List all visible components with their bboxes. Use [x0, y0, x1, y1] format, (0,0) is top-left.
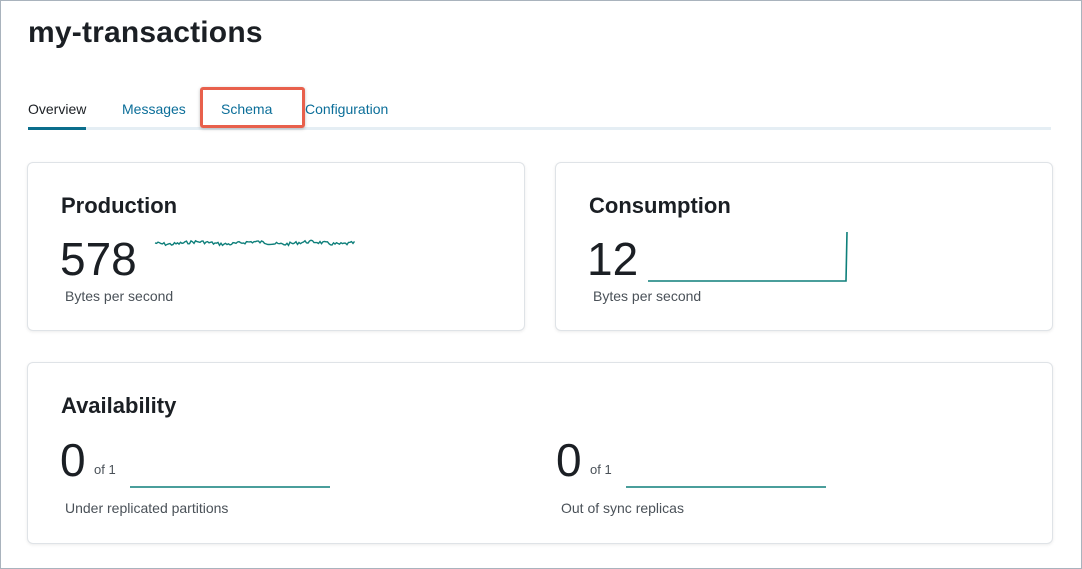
page-title: my-transactions	[28, 16, 263, 49]
under-replicated-label: Under replicated partitions	[65, 500, 229, 516]
production-value: 578	[60, 233, 137, 285]
tab-schema[interactable]: Schema	[221, 91, 272, 130]
consumption-unit-label: Bytes per second	[593, 288, 702, 304]
consumption-title: Consumption	[589, 193, 731, 218]
production-card: Production 578 Bytes per second	[27, 162, 525, 331]
out-of-sync-of: of 1	[590, 462, 612, 477]
production-sparkline-line	[154, 239, 356, 247]
under-replicated-sparkline	[130, 486, 330, 488]
availability-title: Availability	[61, 393, 177, 418]
out-of-sync-label: Out of sync replicas	[561, 500, 684, 516]
production-sparkline	[154, 239, 356, 247]
tab-overview[interactable]: Overview	[28, 91, 87, 130]
consumption-card: Consumption 12 Bytes per second	[555, 162, 1053, 331]
production-title: Production	[61, 193, 178, 218]
availability-card: Availability 0 of 1 Under replicated par…	[27, 362, 1053, 544]
tab-messages[interactable]: Messages	[122, 91, 186, 130]
under-replicated-of: of 1	[94, 462, 116, 477]
consumption-sparkline-line	[648, 231, 848, 282]
consumption-value: 12	[587, 233, 639, 285]
app-frame: my-transactions Overview Messages Schema…	[0, 0, 1082, 569]
tab-bar: Overview Messages Schema Configuration	[28, 91, 1051, 131]
consumption-sparkline	[648, 231, 848, 282]
out-of-sync-value: 0	[556, 434, 582, 486]
under-replicated-value: 0	[60, 434, 86, 486]
tab-configuration[interactable]: Configuration	[305, 91, 388, 130]
out-of-sync-sparkline	[626, 486, 826, 488]
production-unit-label: Bytes per second	[65, 288, 174, 304]
